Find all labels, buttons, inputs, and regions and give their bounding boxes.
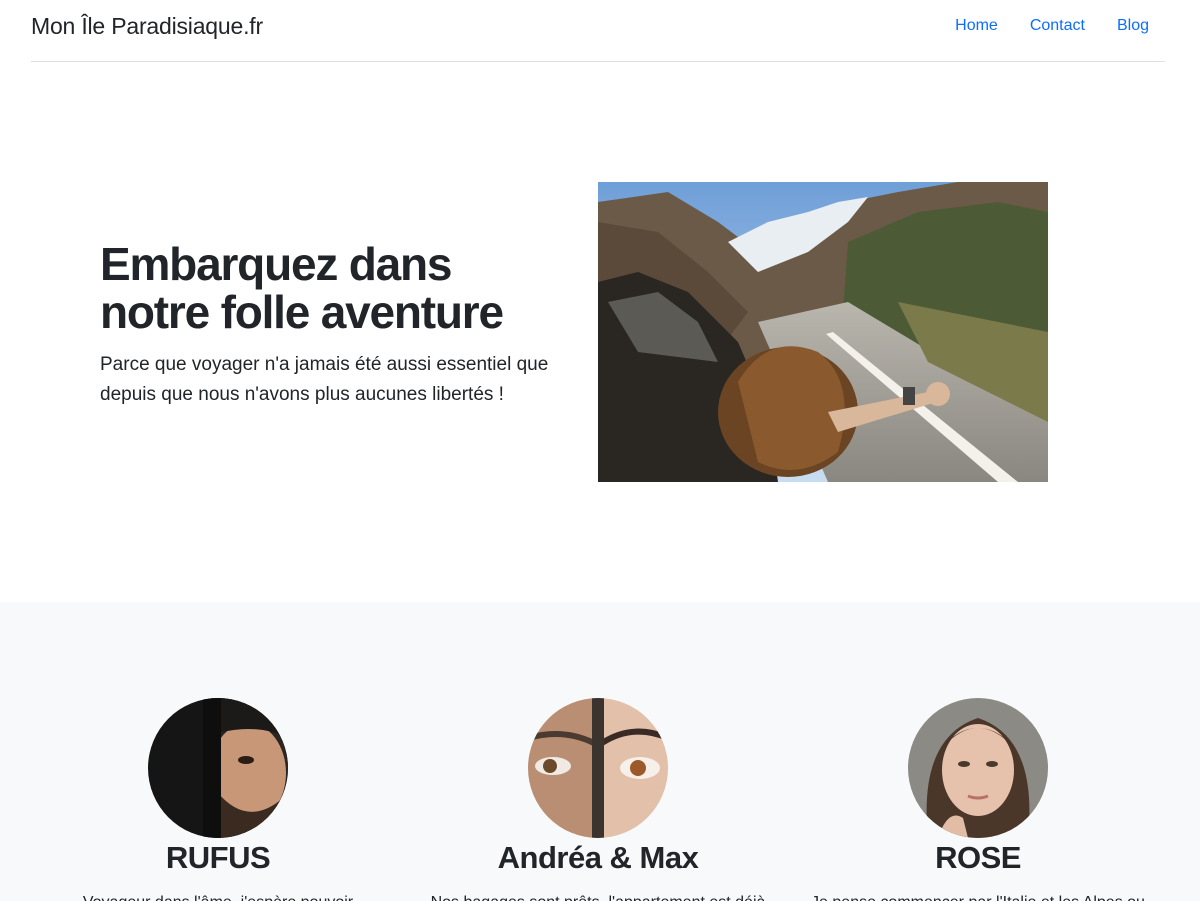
avatar-rose	[908, 698, 1048, 838]
member-text-rose: Je pense commencer par l'Italie et les A…	[788, 891, 1168, 901]
avatar-andrea-max	[528, 698, 668, 838]
member-name-rufus: RUFUS	[165, 840, 271, 875]
member-text-rufus: Voyageur dans l'âme, j'espère pouvoir	[28, 891, 408, 901]
hero-road-trip-image	[598, 182, 1048, 482]
nav-blog-link[interactable]: Blog	[1117, 14, 1149, 38]
member-card-andrea-max: Andréa & Max Nos bagages sont prêts, l'a…	[408, 698, 788, 901]
avatar-rufus	[148, 698, 288, 838]
member-card-rufus: RUFUS Voyageur dans l'âme, j'espère pouv…	[28, 698, 408, 901]
brand-link[interactable]: Mon Île Paradisiaque.fr	[31, 11, 263, 41]
hero-title: Embarquez dans notre folle aventure	[100, 238, 504, 338]
member-card-rose: ROSE Je pense commencer par l'Italie et …	[788, 698, 1168, 901]
member-name-rose: ROSE	[935, 840, 1021, 875]
member-text-andrea-max: Nos bagages sont prêts, l'appartement es…	[408, 891, 788, 901]
hero-lead: Parce que voyager n'a jamais été aussi e…	[100, 354, 549, 405]
site-header: Mon Île Paradisiaque.fr Home Contact Blo…	[31, 0, 1165, 62]
nav-contact-link[interactable]: Contact	[1030, 14, 1085, 38]
nav-home-link[interactable]: Home	[955, 14, 998, 38]
member-name-andrea-max: Andréa & Max	[497, 840, 699, 875]
main-nav: Home Contact Blog	[955, 14, 1149, 38]
hero-section: Embarquez dans notre folle aventure Parc…	[0, 62, 1200, 602]
team-section: RUFUS Voyageur dans l'âme, j'espère pouv…	[0, 602, 1200, 901]
